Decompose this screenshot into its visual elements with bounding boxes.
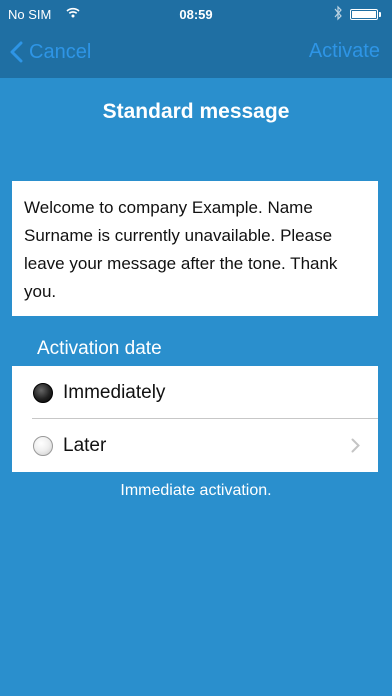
cancel-label: Cancel bbox=[29, 40, 92, 63]
radio-unselected-icon[interactable] bbox=[33, 435, 53, 456]
option-label: Later bbox=[63, 434, 107, 456]
activation-date-label: Activation date bbox=[37, 338, 162, 359]
activate-button[interactable]: Activate bbox=[309, 40, 380, 63]
battery-icon bbox=[350, 9, 378, 20]
page-title: Standard message bbox=[102, 100, 290, 123]
battery-tip bbox=[379, 12, 381, 17]
activation-options-list: Immediately Later bbox=[12, 366, 378, 472]
bluetooth-icon bbox=[334, 5, 343, 24]
message-text: Welcome to company Example. Name Surname… bbox=[24, 198, 338, 301]
status-bar: No SIM 08:59 bbox=[0, 0, 392, 30]
option-later[interactable]: Later bbox=[12, 419, 378, 472]
cancel-button[interactable]: Cancel bbox=[10, 38, 91, 66]
option-label: Immediately bbox=[63, 381, 166, 403]
chevron-left-icon bbox=[10, 41, 23, 63]
chevron-right-icon bbox=[351, 438, 360, 453]
activation-note: Immediate activation. bbox=[120, 482, 272, 499]
radio-selected-icon[interactable] bbox=[33, 382, 53, 403]
message-text-box[interactable]: Welcome to company Example. Name Surname… bbox=[12, 181, 378, 316]
option-immediately[interactable]: Immediately bbox=[12, 366, 378, 419]
navigation-bar: No SIM 08:59 Cancel Activate bbox=[0, 0, 392, 78]
